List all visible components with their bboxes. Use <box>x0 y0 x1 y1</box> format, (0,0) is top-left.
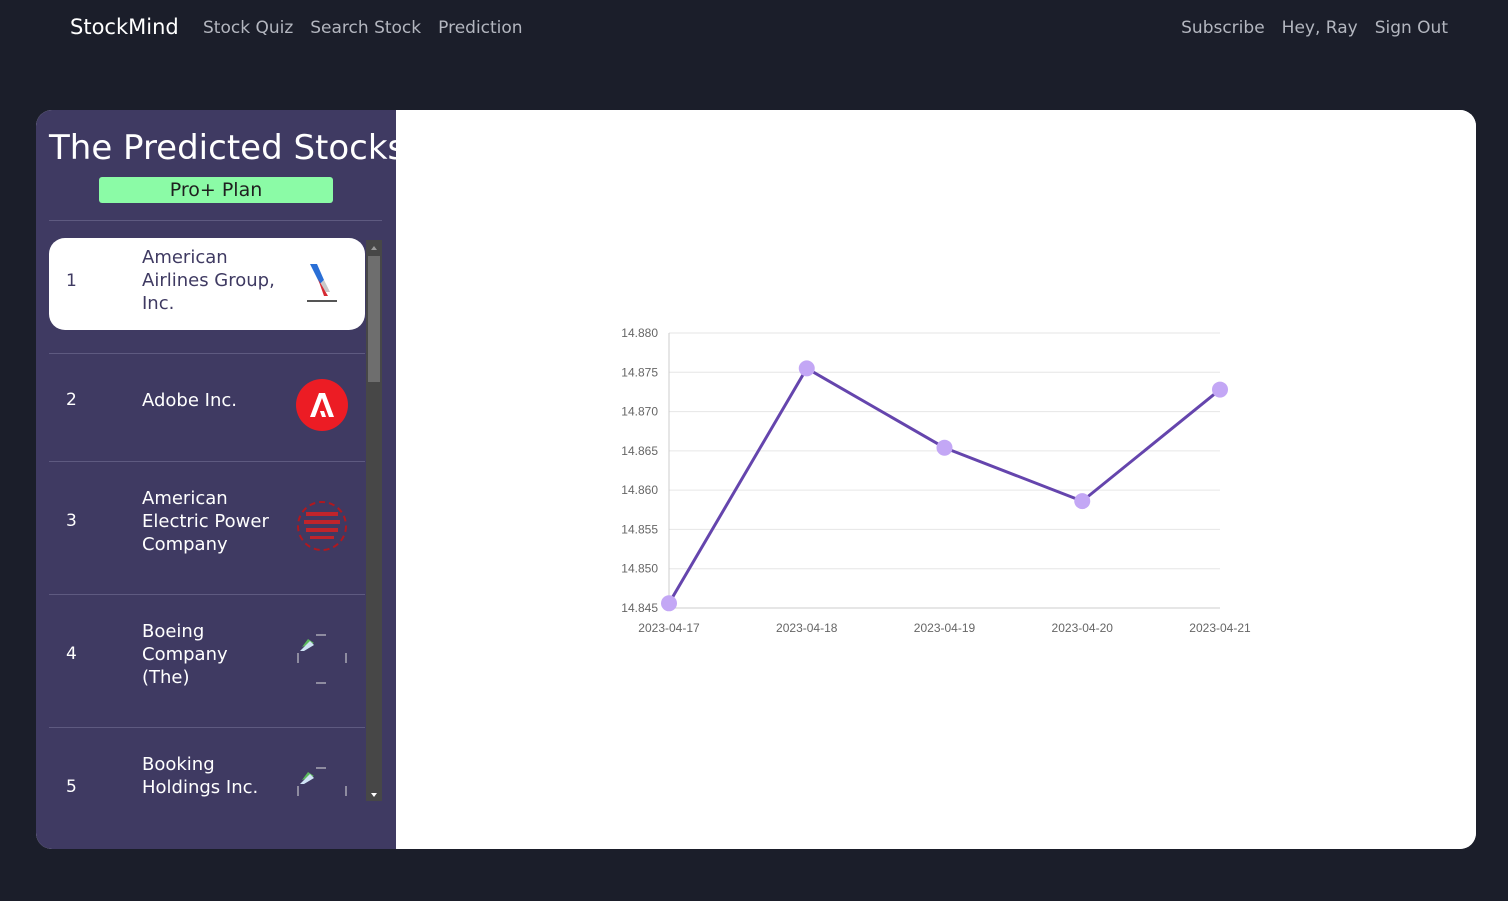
y-tick-label: 14.865 <box>621 444 658 458</box>
stock-list-item[interactable]: 2 Adobe Inc. <box>49 354 365 461</box>
stock-rank: 1 <box>66 271 77 291</box>
data-point <box>661 595 677 612</box>
stock-list-item[interactable]: 5 Booking Holdings Inc. <box>49 728 365 800</box>
predicted-stocks-sidebar: The Predicted Stocks Pro+ Plan 1 America… <box>36 110 406 849</box>
stock-list-item[interactable]: 4 Boeing Company (The) <box>49 595 365 727</box>
x-tick-label: 2023-04-17 <box>638 621 700 635</box>
broken-image-icon <box>296 633 348 685</box>
data-point <box>936 439 953 456</box>
series-line <box>667 366 1221 605</box>
x-tick-label: 2023-04-20 <box>1052 621 1114 635</box>
aep-logo <box>296 500 348 552</box>
prediction-line-chart: 14.845 14.850 14.855 14.860 14.865 14.870 14.8… <box>621 326 1251 635</box>
nav-main-links: Stock Quiz Search Stock Prediction <box>203 18 523 38</box>
data-point <box>1074 493 1091 510</box>
scroll-up-arrow-icon[interactable] <box>366 240 382 254</box>
stock-rank: 3 <box>66 511 77 531</box>
plan-badge: Pro+ Plan <box>99 177 333 203</box>
stock-name: Adobe Inc. <box>142 390 237 411</box>
nav-stock-quiz[interactable]: Stock Quiz <box>203 18 293 38</box>
y-tick-label: 14.875 <box>621 365 658 379</box>
nav-subscribe[interactable]: Subscribe <box>1181 18 1265 38</box>
nav-prediction[interactable]: Prediction <box>438 18 522 38</box>
nav-user-links: Subscribe Hey, Ray Sign Out <box>1181 18 1448 38</box>
scroll-down-arrow-icon[interactable] <box>366 787 382 801</box>
y-tick-label: 14.870 <box>621 405 658 419</box>
x-tick-label: 2023-04-19 <box>914 621 976 635</box>
american-airlines-logo <box>296 258 348 310</box>
y-tick-label: 14.860 <box>621 483 658 497</box>
stock-rank: 4 <box>66 644 77 664</box>
adobe-logo <box>296 379 348 431</box>
y-tick-label: 14.850 <box>621 562 658 576</box>
prediction-chart-panel: 14.845 14.850 14.855 14.860 14.865 14.870 14.8… <box>396 110 1476 849</box>
scroll-thumb[interactable] <box>368 256 380 382</box>
sidebar-title: The Predicted Stocks <box>49 128 406 168</box>
main-card: The Predicted Stocks Pro+ Plan 1 America… <box>36 110 1476 849</box>
stock-list-item[interactable]: 3 American Electric Power Company <box>49 462 365 594</box>
stock-rank: 2 <box>66 390 77 410</box>
brand-logo[interactable]: StockMind <box>70 15 179 39</box>
nav-sign-out[interactable]: Sign Out <box>1375 18 1448 38</box>
stock-rank: 5 <box>66 777 77 797</box>
top-navbar: StockMind Stock Quiz Search Stock Predic… <box>0 0 1508 58</box>
nav-user-greeting[interactable]: Hey, Ray <box>1282 18 1358 38</box>
x-tick-label: 2023-04-18 <box>776 621 838 635</box>
stock-name: Booking Holdings Inc. <box>142 754 259 798</box>
stock-list-scrollbar[interactable] <box>366 240 382 801</box>
stock-name: American Airlines Group, Inc. <box>142 247 275 314</box>
y-tick-label: 14.855 <box>621 522 658 536</box>
x-tick-label: 2023-04-21 <box>1189 621 1251 635</box>
stock-list-item[interactable]: 1 American Airlines Group, Inc. <box>49 238 365 330</box>
stock-list[interactable]: 1 American Airlines Group, Inc. 2 Adobe … <box>49 238 382 800</box>
nav-search-stock[interactable]: Search Stock <box>310 18 421 38</box>
stock-name: Boeing Company (The) <box>142 621 228 688</box>
y-tick-label: 14.880 <box>621 326 658 340</box>
sidebar-divider <box>49 220 382 221</box>
stock-name: American Electric Power Company <box>142 488 269 555</box>
y-tick-label: 14.845 <box>621 601 658 615</box>
data-point <box>798 360 815 377</box>
broken-image-icon <box>296 766 348 800</box>
data-point <box>1212 381 1228 398</box>
